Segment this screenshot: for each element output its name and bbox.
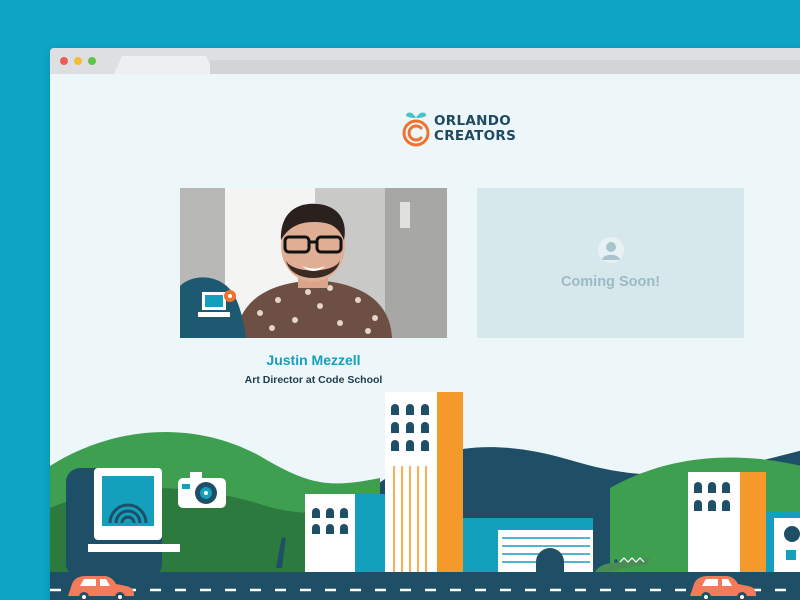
browser-window: ORLANDO CREATORS Coming Soon! Justin Mez… (50, 48, 800, 600)
browser-tab[interactable] (114, 56, 214, 74)
logo-text-line2: CREATORS (434, 128, 517, 144)
tab-strip (210, 60, 800, 74)
featured-creator-video[interactable] (180, 188, 447, 338)
orlando-creators-logo[interactable]: ORLANDO CREATORS (400, 104, 540, 150)
orange-c-icon (402, 112, 430, 147)
tall-building (385, 392, 437, 572)
orlando-skyline-illustration (50, 392, 800, 600)
user-avatar-icon (598, 237, 624, 263)
creator-photo (180, 188, 447, 338)
logo-text: ORLANDO CREATORS (434, 114, 516, 144)
coming-soon-card: Coming Soon! (477, 188, 744, 338)
road (50, 572, 800, 600)
close-window-button[interactable] (60, 57, 68, 65)
browser-titlebar (50, 48, 800, 74)
coming-soon-label: Coming Soon! (560, 274, 661, 290)
creator-name[interactable]: Justin Mezzell (180, 352, 447, 368)
logo-text-line1: ORLANDO (434, 113, 512, 129)
maximize-window-button[interactable] (88, 57, 96, 65)
minimize-window-button[interactable] (74, 57, 82, 65)
